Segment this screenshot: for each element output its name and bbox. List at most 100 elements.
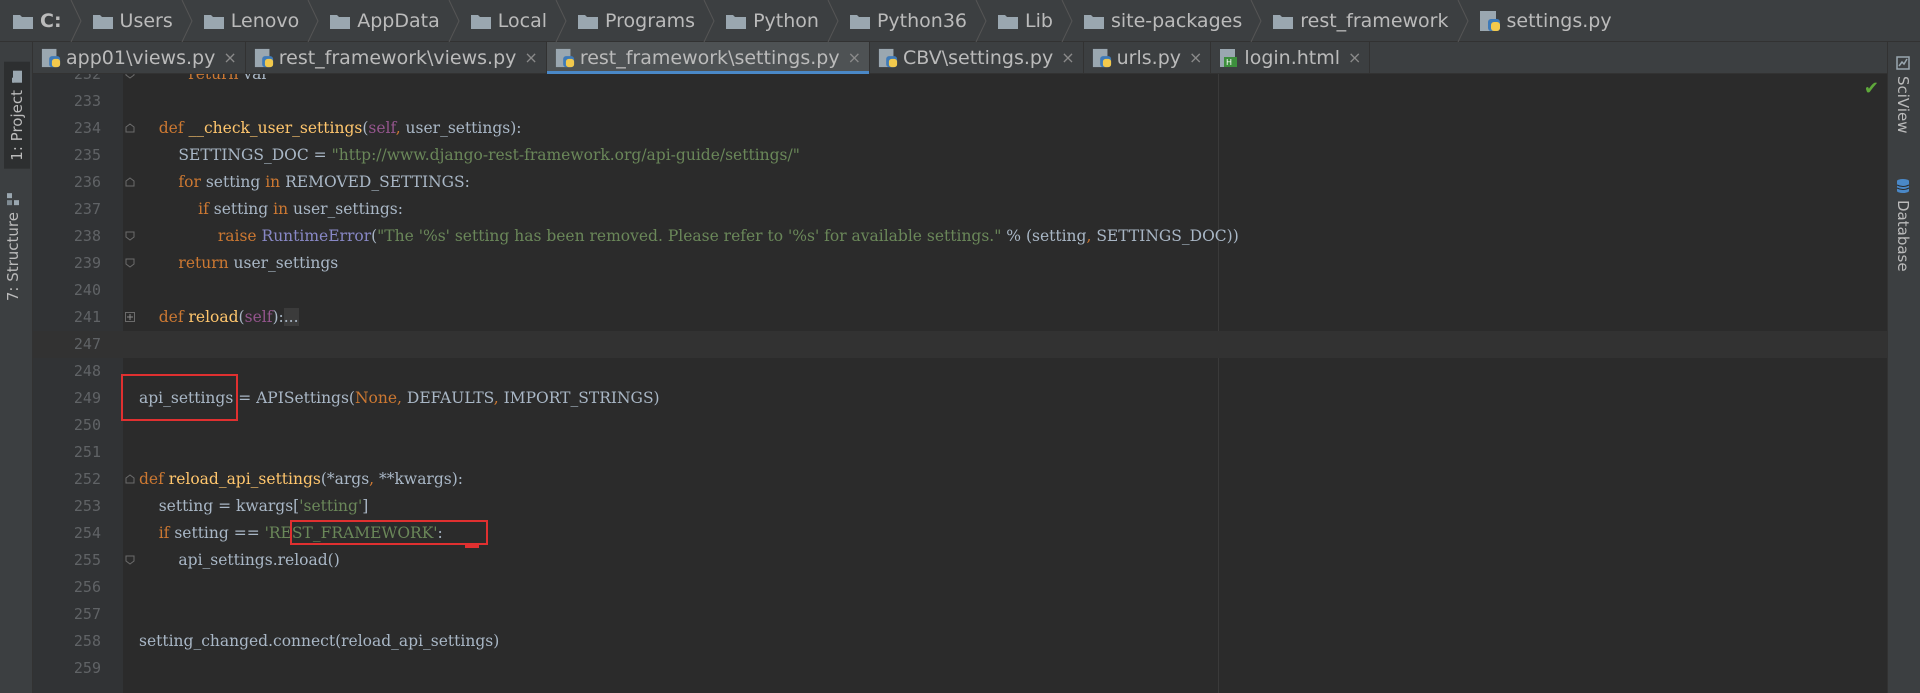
breadcrumb-item[interactable]: Programs (577, 0, 703, 41)
breadcrumb-separator (448, 0, 460, 42)
editor-tab-label: login.html (1244, 46, 1341, 69)
code-line: 239 return user_settings (33, 250, 1887, 277)
structure-tool-tab[interactable]: 7: Structure (4, 192, 22, 301)
code-text: setting = kwargs['setting'] (139, 497, 369, 515)
folder-icon (577, 12, 599, 30)
editor-tab-label: rest_framework\views.py (278, 46, 517, 69)
line-number: 252 (73, 470, 101, 488)
fold-start-icon[interactable] (125, 474, 135, 484)
editor-tab[interactable]: rest_framework\views.py × (246, 42, 547, 73)
fold-expand-icon[interactable] (125, 312, 135, 322)
sciview-tool-label: SciView (1894, 76, 1912, 134)
code-text: SETTINGS_DOC = "http://www.django-rest-f… (139, 146, 800, 164)
code-line: 256 (33, 574, 1887, 601)
fold-start-icon[interactable] (125, 123, 135, 133)
folder-icon (12, 12, 34, 30)
fold-start-icon[interactable] (125, 177, 135, 187)
fold-end-icon[interactable] (125, 231, 135, 241)
breadcrumb-item[interactable]: site-packages (1083, 0, 1250, 41)
close-icon[interactable]: × (1061, 48, 1074, 67)
breadcrumb-item[interactable]: Users (92, 0, 181, 41)
close-icon[interactable]: × (848, 48, 861, 67)
folder-tool-icon (12, 71, 22, 83)
html-file-icon: H (1219, 48, 1239, 68)
close-icon[interactable]: × (1189, 48, 1202, 67)
code-line: 237 if setting in user_settings: (33, 196, 1887, 223)
breadcrumb-separator (1061, 0, 1073, 42)
breadcrumb-item[interactable]: Lib (997, 0, 1061, 41)
editor-tab[interactable]: urls.py × (1084, 42, 1212, 73)
annotation-underline-mark (465, 544, 479, 548)
breadcrumb-item[interactable]: rest_framework (1272, 0, 1456, 41)
line-number: 256 (73, 578, 101, 596)
code-text: return val (188, 74, 267, 83)
database-tool-tab[interactable]: Database (1894, 178, 1912, 272)
folder-icon (203, 12, 225, 30)
breadcrumb-separator (703, 0, 715, 42)
right-tool-strip: SciView Database (1887, 42, 1920, 693)
project-tool-tab[interactable]: 1: Project (4, 62, 30, 169)
line-number: 259 (73, 659, 101, 677)
breadcrumb-label: C: (40, 9, 62, 32)
code-line: 253 setting = kwargs['setting'] (33, 493, 1887, 520)
line-number: 251 (73, 443, 101, 461)
editor-tab[interactable]: Hlogin.html × (1211, 42, 1371, 73)
annotation-box-api-settings (121, 374, 238, 421)
editor-tab-bar: app01\views.py × rest_framework\views.py × r… (33, 42, 1887, 74)
breadcrumb-label: Users (119, 9, 173, 32)
editor-tab[interactable]: app01\views.py × (33, 42, 246, 73)
folder-icon (329, 12, 351, 30)
code-line: 236 for setting in REMOVED_SETTINGS: (33, 169, 1887, 196)
breadcrumb-item[interactable]: C: (12, 0, 70, 41)
code-line: 238 raise RuntimeError("The '%s' setting… (33, 223, 1887, 250)
python-file-icon (1479, 10, 1501, 32)
line-number: 232 (73, 74, 101, 83)
breadcrumb-label: Lenovo (230, 9, 300, 32)
code-line: 250 (33, 412, 1887, 439)
fold-end-icon[interactable] (125, 555, 135, 565)
line-number: 238 (73, 227, 101, 245)
breadcrumb-item[interactable]: AppData (329, 0, 448, 41)
code-text: for setting in REMOVED_SETTINGS: (178, 173, 470, 191)
close-icon[interactable]: × (524, 48, 537, 67)
close-icon[interactable]: × (1348, 48, 1361, 67)
breadcrumb: C: Users Lenovo AppData Local Programs Python P… (0, 0, 1920, 42)
code-line: 248 (33, 358, 1887, 385)
structure-icon (7, 193, 19, 205)
fold-end-icon[interactable] (125, 74, 135, 79)
breadcrumb-item[interactable]: Lenovo (203, 0, 307, 41)
editor-tab[interactable]: CBV\settings.py × (870, 42, 1084, 73)
project-tool-label: 1: Project (8, 90, 26, 161)
folder-icon (470, 12, 492, 30)
breadcrumb-item[interactable]: Python36 (849, 0, 975, 41)
breadcrumb-label: Local (497, 9, 547, 32)
breadcrumb-item[interactable]: settings.py (1479, 0, 1620, 41)
structure-tool-label: 7: Structure (4, 212, 22, 302)
folder-icon (997, 12, 1019, 30)
database-icon (1896, 179, 1910, 193)
python-file-icon (555, 48, 575, 68)
code-editor[interactable]: ✔ 232 return val 233 234 def __check_use… (33, 74, 1887, 693)
python-file-icon (41, 48, 61, 68)
code-line: 258 setting_changed.connect(reload_api_s… (33, 628, 1887, 655)
breadcrumb-item[interactable]: Local (470, 0, 555, 41)
editor-tab[interactable]: rest_framework\settings.py × (546, 42, 870, 74)
code-text: api_settings.reload() (139, 551, 340, 569)
line-number: 233 (73, 92, 101, 110)
breadcrumb-label: site-packages (1110, 9, 1243, 32)
code-line: 257 (33, 601, 1887, 628)
folded-code-placeholder[interactable]: ... (283, 308, 299, 326)
code-line: 241 def reload(self):... (33, 304, 1887, 331)
breadcrumb-label: settings.py (1506, 9, 1612, 32)
code-line: 249 api_settings = APISettings(None, DEF… (33, 385, 1887, 412)
line-number: 240 (73, 281, 101, 299)
fold-end-icon[interactable] (125, 258, 135, 268)
code-line: 233 (33, 88, 1887, 115)
current-code-line: 247 (33, 331, 1887, 358)
breadcrumb-item[interactable]: Python (725, 0, 827, 41)
folder-icon (725, 12, 747, 30)
sciview-icon (1896, 56, 1910, 70)
line-number: 234 (73, 119, 101, 137)
close-icon[interactable]: × (223, 48, 236, 67)
sciview-tool-tab[interactable]: SciView (1894, 56, 1912, 134)
